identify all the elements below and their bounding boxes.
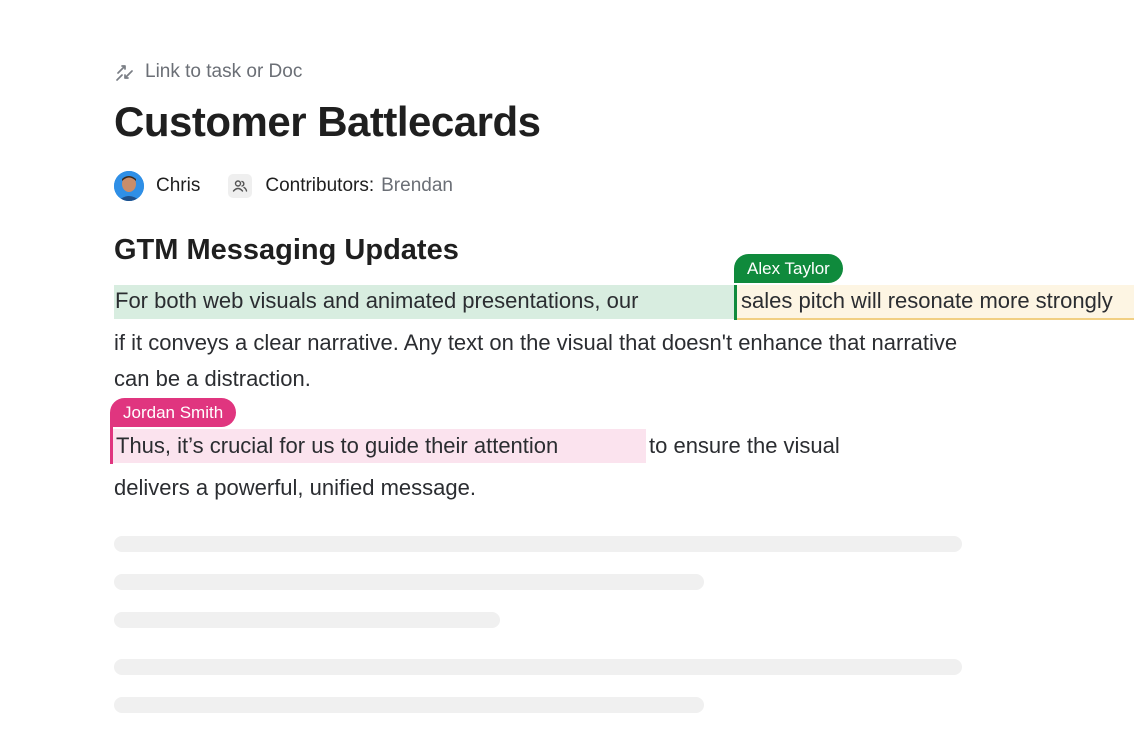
collaborator-cursor-jordan [110,427,113,464]
link-label: Link to task or Doc [145,61,303,82]
doc-title[interactable]: Customer Battlecards [114,98,541,146]
paragraph-1-selected-text[interactable]: For both web visuals and animated presen… [115,288,638,314]
collaborator-cursor-alex [734,285,737,320]
placeholder-line [114,659,962,675]
avatar[interactable] [114,171,144,201]
contributors-value[interactable]: Brendan [381,175,453,197]
contributors-icon [228,174,253,198]
collaborator-tag-alex: Alex Taylor [734,254,843,283]
author-name[interactable]: Chris [156,175,200,197]
paragraph-2-selected-text[interactable]: Thus, it’s crucial for us to guide their… [116,433,558,459]
placeholder-line [114,574,704,590]
paragraph-2-continued-text[interactable]: to ensure the visual [649,433,840,459]
link-to-task-button[interactable]: Link to task or Doc [114,58,302,86]
placeholder-line [114,697,704,713]
paragraph-1-line-3[interactable]: can be a distraction. [114,366,311,392]
link-icon [114,61,136,83]
placeholder-line [114,612,500,628]
placeholder-line [114,536,962,552]
doc-meta: Chris Contributors: Brendan [114,170,453,202]
section-heading[interactable]: GTM Messaging Updates [114,234,459,267]
paragraph-2-line-2[interactable]: delivers a powerful, unified message. [114,475,476,501]
paragraph-1-continued-text[interactable]: sales pitch will resonate more strongly [741,288,1113,314]
contributors-label: Contributors: [265,175,375,196]
collaborator-tag-jordan: Jordan Smith [110,398,237,427]
paragraph-1-line-2[interactable]: if it conveys a clear narrative. Any tex… [114,330,957,356]
